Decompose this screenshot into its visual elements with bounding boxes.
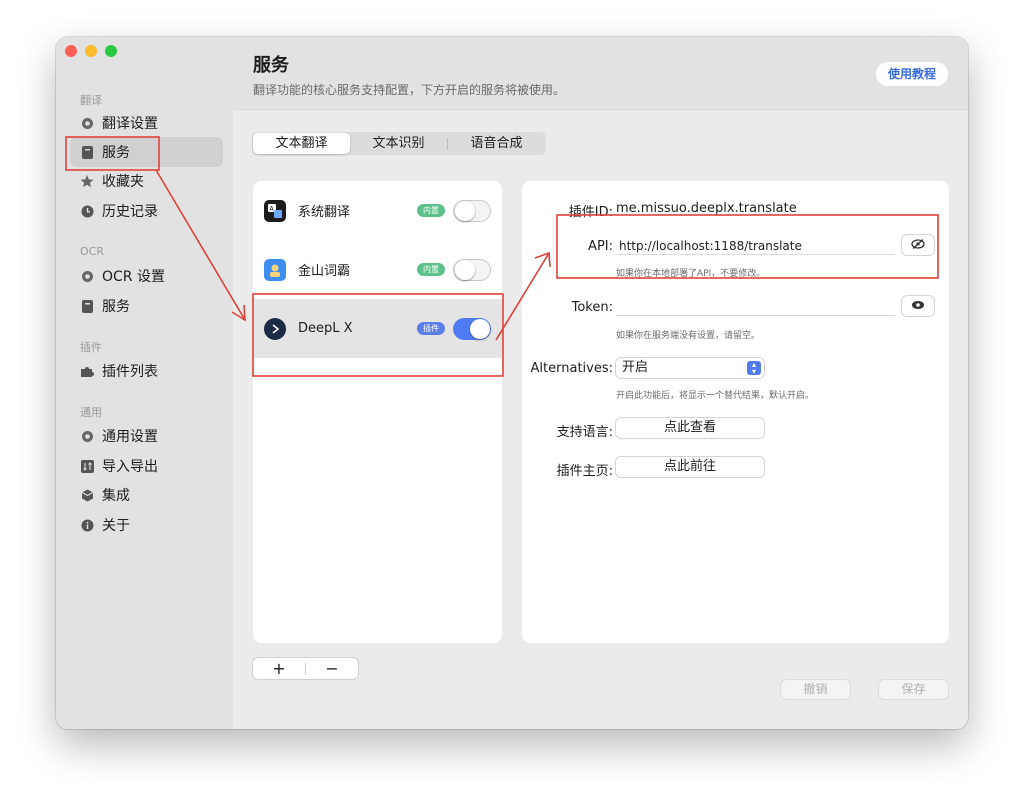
annotation-box-api: [556, 214, 939, 279]
annotation-overlay: [65, 136, 939, 377]
annotation-arrow-sidebar: [155, 169, 246, 321]
annotation-box-deeplx: [252, 293, 504, 377]
annotation-box-sidebar: [65, 136, 160, 171]
annotation-arrow-api: [495, 252, 550, 341]
